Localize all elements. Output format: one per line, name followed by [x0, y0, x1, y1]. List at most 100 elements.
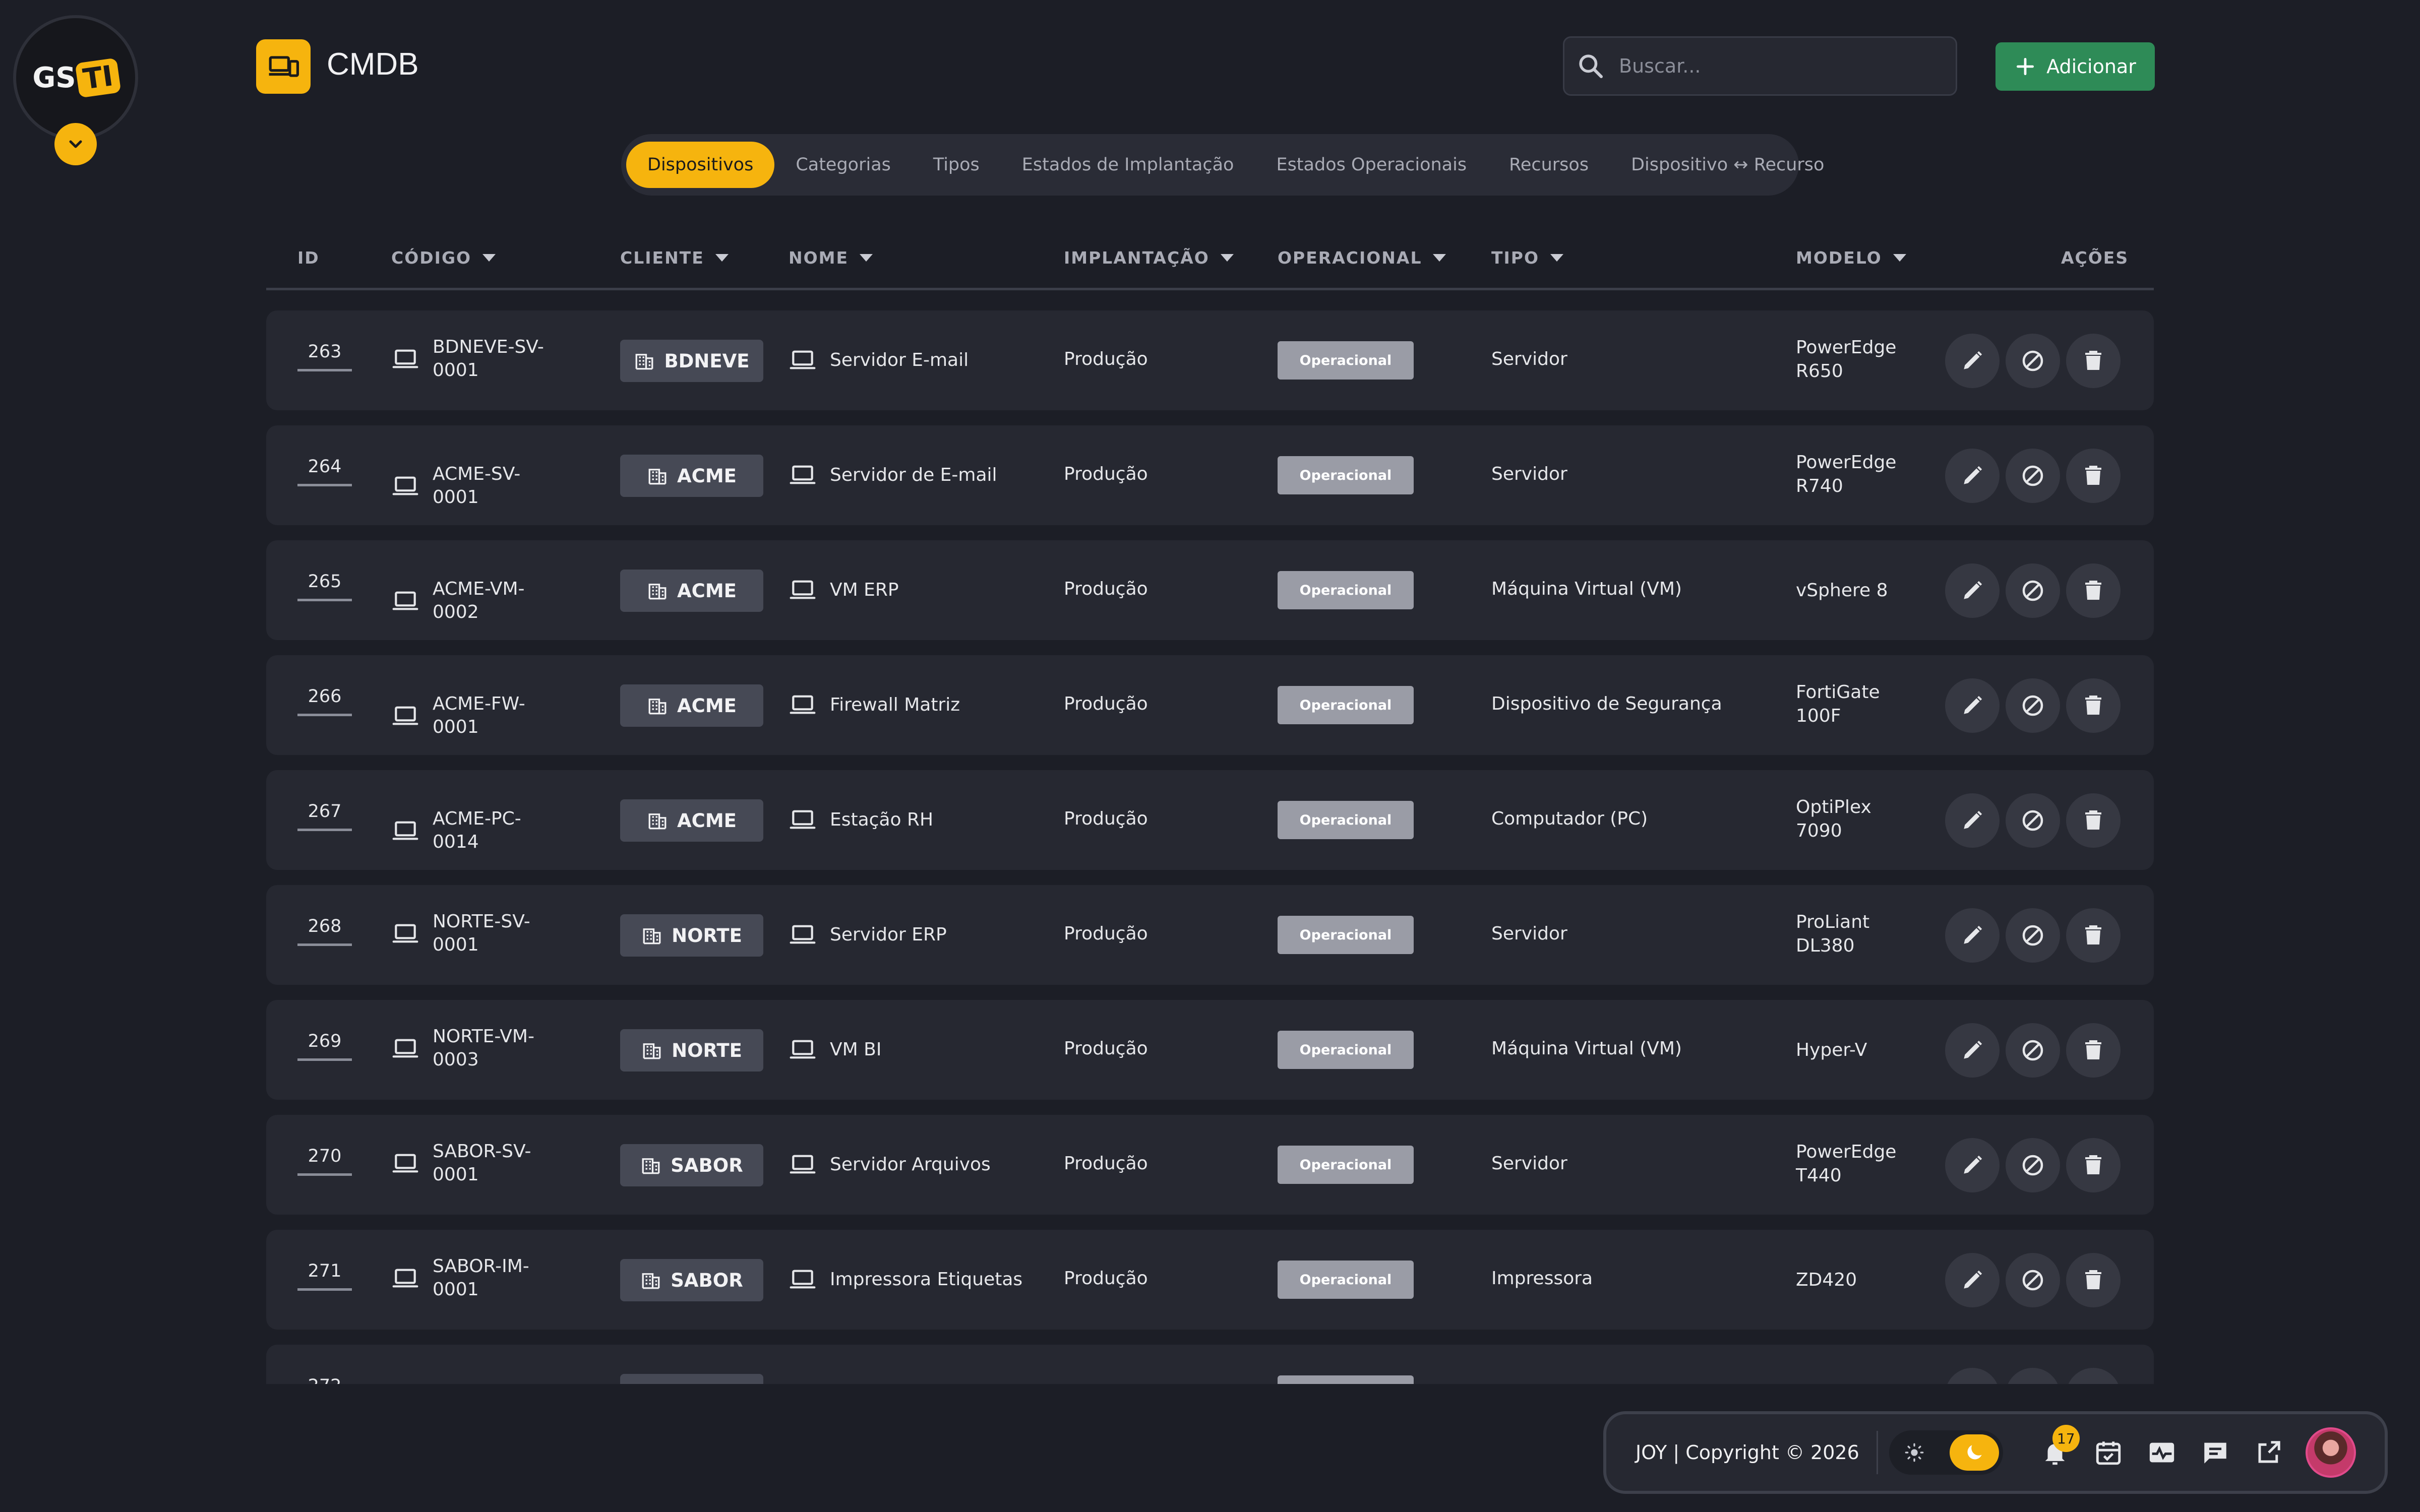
row-id: 263: [297, 342, 352, 371]
column-header-id[interactable]: ID: [297, 248, 320, 268]
copyright-text: JOY | Copyright © 2026: [1636, 1441, 1859, 1464]
delete-button[interactable]: [2066, 908, 2121, 963]
edit-button[interactable]: [1945, 1138, 2000, 1192]
delete-button[interactable]: [2066, 563, 2121, 618]
delete-button[interactable]: [2066, 1253, 2121, 1307]
edit-button[interactable]: [1945, 793, 2000, 848]
user-avatar[interactable]: [2305, 1427, 2356, 1478]
delete-button[interactable]: [2066, 334, 2121, 388]
sort-caret-icon: [715, 254, 729, 262]
row-actions: [1945, 1023, 2121, 1078]
table-row[interactable]: 264 ACME-SV-0001 ACME Servidor de E-mail Pro…: [266, 425, 2154, 525]
delete-button[interactable]: [2066, 449, 2121, 503]
disable-button[interactable]: [2006, 1368, 2060, 1384]
edit-button[interactable]: [1945, 678, 2000, 733]
disable-button[interactable]: [2006, 449, 2060, 503]
trash-icon: [2085, 581, 2101, 600]
open-external-button[interactable]: [2252, 1436, 2285, 1469]
table-row[interactable]: 269 NORTE-VM-0003 NORTE VM BI Produção Operac…: [266, 1000, 2154, 1100]
sun-icon[interactable]: [1904, 1442, 1924, 1463]
column-header-tipo[interactable]: TIPO: [1491, 248, 1564, 268]
edit-button[interactable]: [1945, 1253, 2000, 1307]
delete-button[interactable]: [2066, 678, 2121, 733]
disable-button[interactable]: [2006, 793, 2060, 848]
column-header-implantacao[interactable]: IMPLANTAÇÃO: [1064, 248, 1234, 268]
disable-button[interactable]: [2006, 1023, 2060, 1078]
row-type: Impressora: [1491, 1268, 1593, 1289]
laptop-icon: [790, 925, 816, 944]
table-row[interactable]: 268 NORTE-SV-0001 NORTE Servidor ERP Produçã…: [266, 885, 2154, 985]
table-row[interactable]: 266 ACME-FW-0001 ACME Firewall Matriz Produç…: [266, 655, 2154, 755]
notifications-button[interactable]: 17: [2038, 1425, 2080, 1469]
edit-icon: [1964, 1270, 1982, 1289]
edit-button[interactable]: [1945, 908, 2000, 963]
status-badge: Operacional: [1278, 916, 1414, 954]
table-row[interactable]: 271 SABOR-IM-0001 SABOR Impressora Etiqueta…: [266, 1230, 2154, 1330]
tab-recursos[interactable]: Recursos: [1488, 142, 1610, 188]
tab-dispositivos[interactable]: Dispositivos: [626, 142, 775, 188]
disable-button[interactable]: [2006, 1138, 2060, 1192]
calendar-button[interactable]: [2092, 1436, 2125, 1469]
row-code: ACME-FW-0001: [391, 692, 559, 739]
column-header-operacional[interactable]: OPERACIONAL: [1278, 248, 1446, 268]
client-chip: [620, 1374, 763, 1384]
disable-button[interactable]: [2006, 1253, 2060, 1307]
delete-button[interactable]: [2066, 1138, 2121, 1192]
row-type: Servidor: [1491, 1153, 1567, 1174]
edit-button[interactable]: [1945, 1023, 2000, 1078]
dark-mode-button[interactable]: [1949, 1434, 1999, 1471]
sort-caret-icon: [482, 254, 496, 262]
tab-estados-operacionais[interactable]: Estados Operacionais: [1255, 142, 1488, 188]
add-button[interactable]: Adicionar: [1995, 42, 2155, 91]
tab-estados-implantacao[interactable]: Estados de Implantação: [1001, 142, 1255, 188]
building-icon: [643, 1043, 661, 1059]
row-code: NORTE-VM-0003: [391, 1025, 559, 1072]
tab-categorias[interactable]: Categorias: [774, 142, 912, 188]
delete-button[interactable]: [2066, 793, 2121, 848]
menu-expand-button[interactable]: [54, 123, 97, 165]
row-name: Servidor Arquivos: [789, 1150, 991, 1178]
disable-button[interactable]: [2006, 334, 2060, 388]
client-chip: SABOR: [620, 1259, 763, 1301]
edit-button[interactable]: [1945, 334, 2000, 388]
row-actions: [1945, 1138, 2121, 1192]
theme-toggle[interactable]: [1889, 1430, 2003, 1475]
disable-button[interactable]: [2006, 908, 2060, 963]
delete-button[interactable]: [2066, 1023, 2121, 1078]
edit-icon: [1964, 1040, 1982, 1059]
row-name: Impressora Etiquetas: [789, 1265, 1022, 1293]
table-row[interactable]: 265 ACME-VM-0002 ACME VM ERP Produção Operaci…: [266, 540, 2154, 640]
edit-icon: [1964, 696, 1982, 714]
table-row[interactable]: 270 SABOR-SV-0001 SABOR Servidor Arquivos Pr…: [266, 1115, 2154, 1215]
row-code: BDNEVE-FW-: [391, 1382, 559, 1384]
row-name: [789, 1380, 817, 1384]
row-id: 270: [297, 1146, 352, 1176]
tab-dispositivo-recurso[interactable]: Dispositivo ↔ Recurso: [1610, 142, 1845, 188]
laptop-icon: [790, 695, 816, 714]
column-header-name[interactable]: NOME: [789, 248, 873, 268]
column-header-code[interactable]: CÓDIGO: [391, 248, 496, 268]
row-name-text: Servidor E-mail: [830, 349, 969, 370]
tab-tipos[interactable]: Tipos: [912, 142, 1001, 188]
edit-button[interactable]: [1945, 563, 2000, 618]
edit-button[interactable]: [1945, 1368, 2000, 1384]
table-row[interactable]: 272 BDNEVE-FW-: [266, 1345, 2154, 1384]
row-name: Servidor ERP: [789, 920, 947, 949]
delete-button[interactable]: [2066, 1368, 2121, 1384]
edit-icon: [1964, 1155, 1982, 1174]
search-box[interactable]: [1563, 36, 1957, 96]
client-chip: ACME: [620, 570, 763, 612]
table-row[interactable]: 263 BDNEVE-SV-0001 BDNEVE Servidor E-mail Pr…: [266, 310, 2154, 410]
edit-button[interactable]: [1945, 449, 2000, 503]
column-header-modelo[interactable]: MODELO: [1796, 248, 1906, 268]
table-row[interactable]: 267 ACME-PC-0014 ACME Estação RH Produção Ope…: [266, 770, 2154, 870]
building-icon: [648, 584, 667, 600]
monitor-button[interactable]: [2145, 1436, 2179, 1469]
search-input[interactable]: [1619, 55, 1942, 77]
row-type: Máquina Virtual (VM): [1491, 579, 1682, 599]
disable-button[interactable]: [2006, 563, 2060, 618]
column-header-client[interactable]: CLIENTE: [620, 248, 729, 268]
chat-button[interactable]: [2199, 1436, 2232, 1469]
laptop-icon: [789, 1380, 817, 1384]
disable-button[interactable]: [2006, 678, 2060, 733]
